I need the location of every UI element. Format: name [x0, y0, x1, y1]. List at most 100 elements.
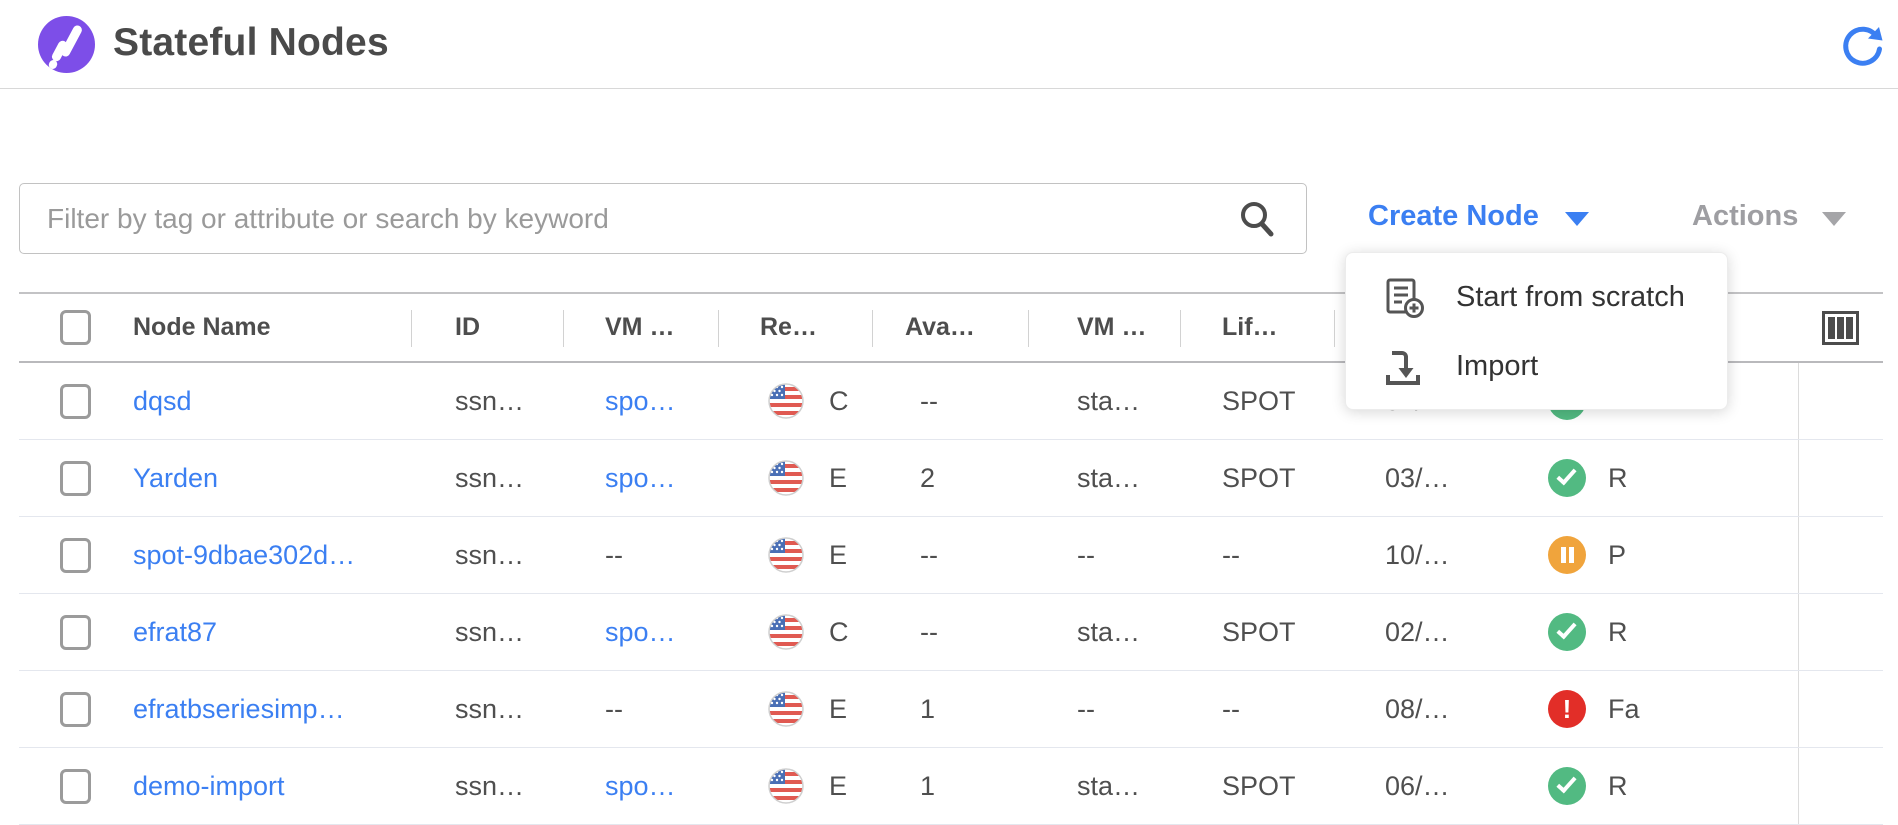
col-header-vm-size[interactable]: VM …	[1028, 294, 1180, 361]
col-header-lifecycle[interactable]: Lif…	[1180, 294, 1334, 361]
row-checkbox[interactable]	[60, 461, 91, 496]
chevron-down-icon	[1822, 212, 1846, 226]
status-icon	[1548, 536, 1586, 574]
column-picker-icon[interactable]	[1822, 311, 1859, 345]
refresh-icon[interactable]	[1842, 24, 1884, 66]
created-date: 02/…	[1334, 617, 1520, 648]
vm-size: --	[1028, 540, 1180, 571]
row-checkbox[interactable]	[60, 538, 91, 573]
status-cell: R	[1520, 613, 1798, 651]
node-id: ssn…	[411, 694, 563, 725]
vm-size: sta…	[1028, 771, 1180, 802]
status-label: R	[1608, 463, 1628, 494]
filter-input[interactable]	[19, 183, 1307, 254]
row-checkbox[interactable]	[60, 692, 91, 727]
search-icon[interactable]	[1237, 199, 1277, 239]
status-label: R	[1608, 771, 1628, 802]
vm-name-link[interactable]: spo…	[563, 463, 718, 494]
row-end-spacer	[1798, 440, 1883, 516]
col-header-vm-name[interactable]: VM …	[563, 294, 718, 361]
lifecycle: SPOT	[1180, 771, 1334, 802]
vm-name-link[interactable]: spo…	[563, 386, 718, 417]
chevron-down-icon	[1565, 212, 1589, 226]
node-id: ssn…	[411, 386, 563, 417]
row-checkbox[interactable]	[60, 615, 91, 650]
col-header-node-name[interactable]: Node Name	[113, 294, 411, 361]
us-flag-icon	[768, 537, 804, 573]
us-flag-icon	[768, 460, 804, 496]
node-id: ssn…	[411, 540, 563, 571]
vm-name-link[interactable]: --	[563, 540, 718, 571]
node-id: ssn…	[411, 771, 563, 802]
node-name-link[interactable]: spot-9dbae302d…	[113, 540, 411, 571]
app-header: Stateful Nodes	[0, 0, 1898, 89]
lifecycle: --	[1180, 694, 1334, 725]
vm-name-link[interactable]: spo…	[563, 771, 718, 802]
status-cell: Fa	[1520, 690, 1798, 728]
region-letter: E	[829, 540, 847, 571]
table-row: efrat87 ssn… spo…	[19, 594, 1883, 671]
us-flag-icon	[768, 383, 804, 419]
region-letter: C	[829, 617, 849, 648]
created-date: 03/…	[1334, 463, 1520, 494]
create-node-menu: Start from scratch Import	[1345, 252, 1728, 410]
col-header-availability-zone[interactable]: Ava…	[872, 294, 1028, 361]
spot-logo-icon	[38, 16, 95, 73]
node-name-link[interactable]: efrat87	[113, 617, 411, 648]
vm-name-link[interactable]: --	[563, 694, 718, 725]
row-end-spacer	[1798, 363, 1883, 439]
availability-zone: --	[872, 617, 1028, 648]
select-all-checkbox[interactable]	[60, 310, 91, 345]
actions-button[interactable]: Actions	[1692, 200, 1846, 233]
create-node-button[interactable]: Create Node	[1368, 200, 1589, 233]
node-id: ssn…	[411, 617, 563, 648]
vm-size: --	[1028, 694, 1180, 725]
region-cell: E	[718, 537, 872, 573]
status-icon	[1548, 613, 1586, 651]
col-header-region[interactable]: Re…	[718, 294, 872, 361]
import-icon	[1382, 345, 1426, 389]
region-cell: E	[718, 691, 872, 727]
node-name-link[interactable]: Yarden	[113, 463, 411, 494]
menu-item-import[interactable]: Import	[1346, 332, 1727, 401]
region-cell: E	[718, 460, 872, 496]
status-cell: R	[1520, 459, 1798, 497]
us-flag-icon	[768, 768, 804, 804]
table-row: spot-9dbae302d… ssn… --	[19, 517, 1883, 594]
created-date: 08/…	[1334, 694, 1520, 725]
region-cell: C	[718, 614, 872, 650]
table-row: demo-import ssn… spo…	[19, 748, 1883, 825]
row-end-spacer	[1798, 671, 1883, 747]
status-icon	[1548, 459, 1586, 497]
menu-item-label: Import	[1456, 350, 1538, 383]
actions-label: Actions	[1692, 200, 1798, 233]
row-end-spacer	[1798, 517, 1883, 593]
availability-zone: --	[872, 386, 1028, 417]
menu-item-label: Start from scratch	[1456, 281, 1685, 314]
col-header-id[interactable]: ID	[411, 294, 563, 361]
vm-size: sta…	[1028, 386, 1180, 417]
row-checkbox[interactable]	[60, 384, 91, 419]
lifecycle: SPOT	[1180, 463, 1334, 494]
node-id: ssn…	[411, 463, 563, 494]
node-name-link[interactable]: efratbseriesimp…	[113, 694, 411, 725]
table-row: Yarden ssn… spo…	[19, 440, 1883, 517]
status-cell: P	[1520, 536, 1798, 574]
vm-size: sta…	[1028, 463, 1180, 494]
availability-zone: 1	[872, 771, 1028, 802]
table-body: dqsd ssn… spo…	[19, 363, 1883, 825]
node-name-link[interactable]: dqsd	[113, 386, 411, 417]
region-cell: C	[718, 383, 872, 419]
status-icon	[1548, 690, 1586, 728]
table-row: efratbseriesimp… ssn… --	[19, 671, 1883, 748]
row-end-spacer	[1798, 748, 1883, 824]
created-date: 10/…	[1334, 540, 1520, 571]
created-date: 06/…	[1334, 771, 1520, 802]
menu-item-start-from-scratch[interactable]: Start from scratch	[1346, 263, 1727, 332]
node-name-link[interactable]: demo-import	[113, 771, 411, 802]
status-label: P	[1608, 540, 1626, 571]
page-title: Stateful Nodes	[113, 0, 389, 89]
vm-name-link[interactable]: spo…	[563, 617, 718, 648]
row-end-spacer	[1798, 594, 1883, 670]
row-checkbox[interactable]	[60, 769, 91, 804]
